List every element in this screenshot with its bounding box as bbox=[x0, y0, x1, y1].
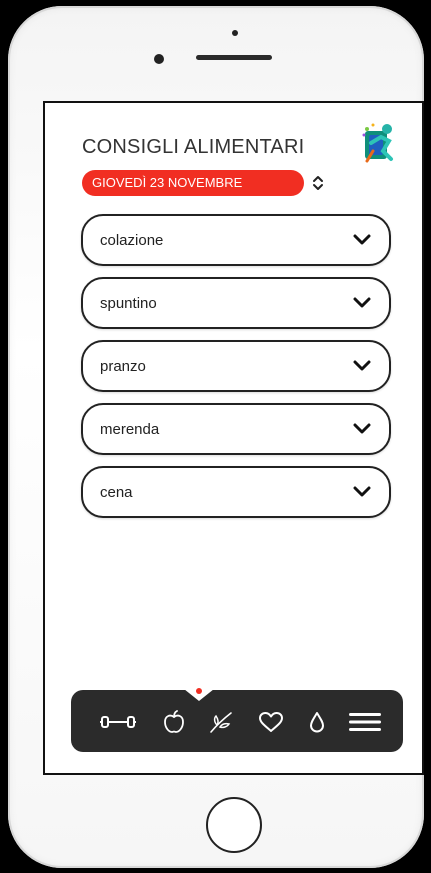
meal-accordion-pranzo[interactable]: pranzo bbox=[81, 340, 391, 392]
bottom-tab-bar bbox=[71, 688, 403, 752]
meal-accordion-merenda[interactable]: merenda bbox=[81, 403, 391, 455]
app-screen: CONSIGLI ALIMENTARI GIOVEDÌ 23 NOVEMBRE … bbox=[43, 101, 424, 775]
meal-label: cena bbox=[100, 484, 133, 501]
page-title: CONSIGLI ALIMENTARI bbox=[82, 136, 305, 158]
up-down-chevron-icon[interactable] bbox=[311, 173, 325, 193]
meal-label: merenda bbox=[100, 421, 160, 438]
heart-icon[interactable] bbox=[257, 710, 285, 734]
chevron-down-icon[interactable] bbox=[353, 297, 371, 309]
chevron-down-icon[interactable] bbox=[353, 360, 371, 372]
meal-accordion-cena[interactable]: cena bbox=[81, 466, 391, 518]
phone-frame: CONSIGLI ALIMENTARI GIOVEDÌ 23 NOVEMBRE … bbox=[0, 0, 431, 873]
leaf-icon[interactable] bbox=[208, 710, 234, 734]
active-tab-indicator bbox=[196, 688, 202, 694]
phone-sensor bbox=[232, 30, 238, 36]
phone-camera bbox=[154, 54, 164, 64]
dumbbell-icon[interactable] bbox=[99, 710, 137, 734]
date-selector[interactable]: GIOVEDÌ 23 NOVEMBRE bbox=[82, 170, 304, 196]
meal-accordion-spuntino[interactable]: spuntino bbox=[81, 277, 391, 329]
meal-accordion-colazione[interactable]: colazione bbox=[81, 214, 391, 266]
meal-label: spuntino bbox=[100, 295, 157, 312]
meal-label: colazione bbox=[100, 232, 164, 249]
menu-icon[interactable] bbox=[347, 710, 383, 734]
chevron-down-icon[interactable] bbox=[353, 486, 371, 498]
chevron-down-icon[interactable] bbox=[353, 234, 371, 246]
home-button[interactable] bbox=[206, 797, 262, 853]
phone-speaker bbox=[196, 55, 272, 60]
water-drop-icon[interactable] bbox=[307, 710, 327, 734]
meal-label: pranzo bbox=[100, 358, 146, 375]
chevron-down-icon[interactable] bbox=[353, 423, 371, 435]
runner-logo-icon bbox=[362, 123, 393, 163]
apple-icon[interactable] bbox=[162, 710, 186, 734]
